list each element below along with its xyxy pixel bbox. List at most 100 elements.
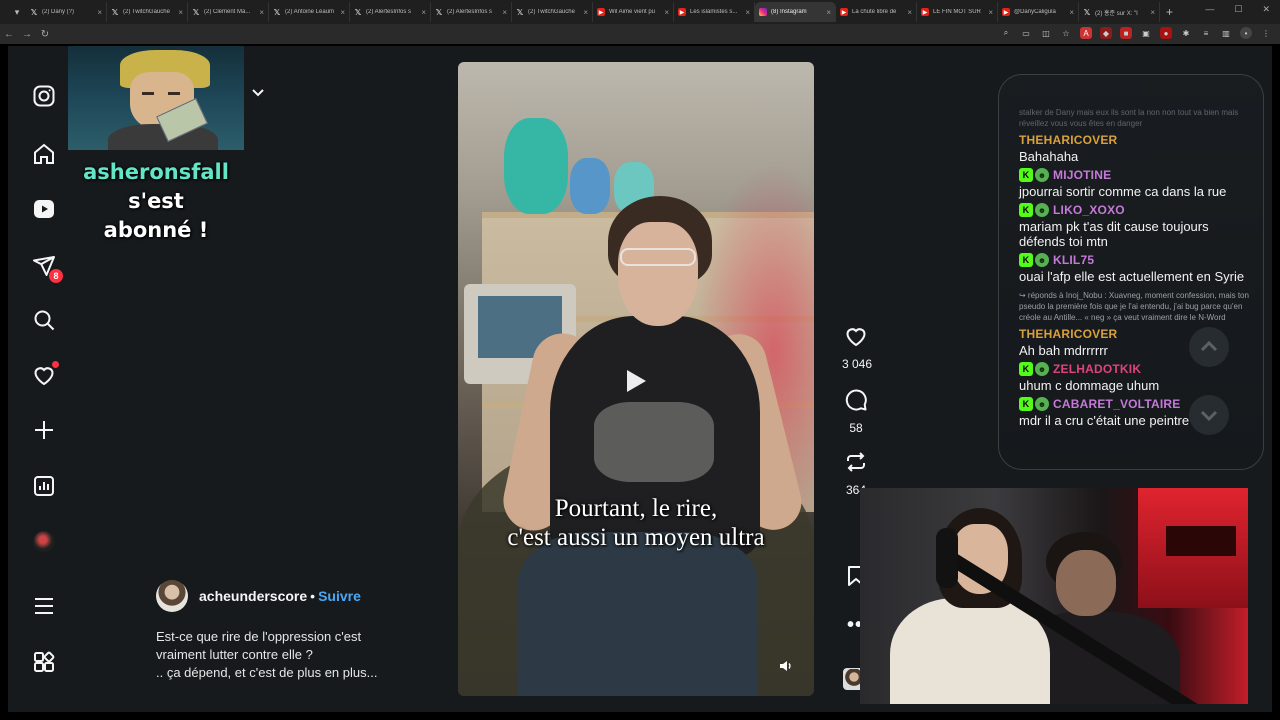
tab-close-icon[interactable]: × bbox=[259, 8, 264, 17]
subtitle-line: Pourtant, le rire, bbox=[554, 495, 718, 522]
reload-icon[interactable]: ↻ bbox=[36, 29, 54, 40]
browser-tab[interactable]: 𝕏 (2) Antoine Léaum × bbox=[269, 2, 350, 22]
back-icon[interactable]: ← bbox=[0, 29, 18, 40]
tab-title: (2) Clément Ma... bbox=[204, 9, 251, 15]
new-tab-icon[interactable]: + bbox=[1166, 5, 1173, 19]
extension-ublock-icon[interactable]: ◆ bbox=[1100, 27, 1112, 39]
notifications-heart-icon[interactable] bbox=[32, 361, 59, 387]
chat-reply-note: ↪ réponds à Inoj_Nobu : Xuavneg, moment … bbox=[1019, 291, 1249, 322]
chat-username[interactable]: MIJOTINE bbox=[1053, 168, 1111, 182]
tab-close-icon[interactable]: × bbox=[502, 8, 507, 17]
tab-close-icon[interactable]: × bbox=[988, 8, 993, 17]
reel-video[interactable]: Pourtant, le rire, c'est aussi un moyen … bbox=[458, 62, 814, 696]
volume-icon[interactable] bbox=[778, 658, 794, 674]
author-username[interactable]: acheunderscore bbox=[199, 588, 307, 604]
screen-cast-icon[interactable]: ▭ bbox=[1020, 27, 1032, 39]
tab-close-icon[interactable]: × bbox=[178, 8, 183, 17]
caption-line: vraiment lutter contre elle ? bbox=[156, 647, 313, 662]
messages-icon[interactable]: 8 bbox=[32, 254, 63, 283]
tab-title: Les islamistes s... bbox=[690, 9, 738, 15]
browser-tab[interactable]: ▶ La chute libre de × bbox=[836, 2, 917, 22]
tab-close-icon[interactable]: × bbox=[1069, 8, 1074, 17]
like-action[interactable]: 3 046 bbox=[842, 324, 872, 371]
home-icon[interactable] bbox=[32, 142, 56, 166]
browser-tab[interactable]: 𝕏 (2) AlertesInfos s × bbox=[350, 2, 431, 22]
extension-red-icon[interactable]: A bbox=[1080, 27, 1092, 39]
author-avatar[interactable] bbox=[156, 580, 188, 612]
side-panel-icon[interactable]: ▥ bbox=[1220, 27, 1232, 39]
tab-title: (8) Instagram bbox=[771, 9, 807, 15]
chat-username-row: K ☻ LIKO_XOXO bbox=[1019, 201, 1251, 219]
browser-menu-icon[interactable]: ⋮ bbox=[1260, 27, 1272, 39]
chevron-down-icon[interactable] bbox=[250, 84, 266, 100]
post-caption[interactable]: Est-ce que rire de l'oppression c'est vr… bbox=[156, 628, 416, 682]
more-menu-icon[interactable] bbox=[32, 594, 56, 618]
tab-search-chevron-icon[interactable]: ▾ bbox=[8, 3, 26, 21]
extensions-puzzle-icon[interactable]: ✱ bbox=[1180, 27, 1192, 39]
browser-tab[interactable]: ▶ LE FIN MOT SUR × bbox=[917, 2, 998, 22]
profile-avatar-icon[interactable]: • bbox=[1240, 27, 1252, 39]
chat-username[interactable]: ZELHADOTKIK bbox=[1053, 362, 1141, 376]
extension-grey-icon[interactable]: ▣ bbox=[1140, 27, 1152, 39]
notifications-count-badge: 8 bbox=[49, 269, 63, 283]
forward-icon[interactable]: → bbox=[18, 29, 36, 40]
instagram-logo-icon[interactable] bbox=[32, 84, 56, 108]
translate-icon[interactable]: ◫ bbox=[1040, 27, 1052, 39]
browser-tab[interactable]: ▶ Wil Aime vient pu × bbox=[593, 2, 674, 22]
tab-close-icon[interactable]: × bbox=[664, 8, 669, 17]
close-window-icon[interactable]: ✕ bbox=[1262, 4, 1270, 15]
tab-close-icon[interactable]: × bbox=[907, 8, 912, 17]
chat-username[interactable]: KLIL75 bbox=[1053, 253, 1094, 267]
dashboard-chart-icon[interactable] bbox=[32, 474, 56, 498]
zoom-icon[interactable]: ⌕ bbox=[1000, 27, 1012, 39]
chat-username[interactable]: THEHARICOVER bbox=[1019, 327, 1117, 341]
tab-title: La chute libre de bbox=[852, 9, 897, 15]
bookmark-star-icon[interactable]: ☆ bbox=[1060, 27, 1072, 39]
browser-tab[interactable]: (8) Instagram × bbox=[755, 2, 836, 22]
browser-tab[interactable]: 𝕏 (2) Clément Ma... × bbox=[188, 2, 269, 22]
chat-username[interactable]: THEHARICOVER bbox=[1019, 133, 1117, 147]
tab-close-icon[interactable]: × bbox=[745, 8, 750, 17]
create-plus-icon[interactable] bbox=[32, 418, 56, 442]
profile-avatar[interactable] bbox=[32, 530, 56, 554]
reading-list-icon[interactable]: ≡ bbox=[1200, 27, 1212, 39]
youtube-icon: ▶ bbox=[1002, 8, 1010, 16]
browser-tab[interactable]: 𝕏 (2) 홍준 sur X: "I × bbox=[1079, 2, 1160, 22]
minimize-icon[interactable]: — bbox=[1205, 4, 1214, 15]
x-icon: 𝕏 bbox=[516, 7, 524, 17]
video-subtitle: Pourtant, le rire, c'est aussi un moyen … bbox=[458, 494, 814, 552]
comment-action[interactable]: 58 bbox=[842, 388, 870, 435]
subscriber-badge-icon: ☻ bbox=[1035, 362, 1049, 376]
browser-tab[interactable]: 𝕏 (2) TwitchGauche × bbox=[512, 2, 593, 22]
play-icon[interactable] bbox=[624, 368, 648, 394]
maximize-icon[interactable]: ☐ bbox=[1234, 4, 1242, 15]
tab-title: Wil Aime vient pu bbox=[609, 9, 656, 15]
browser-tab[interactable]: 𝕏 (2) AlertesInfos s × bbox=[431, 2, 512, 22]
browser-tab[interactable]: ▶ @DanyCaligula × bbox=[998, 2, 1079, 22]
reels-icon[interactable] bbox=[32, 197, 56, 221]
tab-close-icon[interactable]: × bbox=[421, 8, 426, 17]
search-icon[interactable] bbox=[32, 308, 56, 332]
extension-red2-icon[interactable]: ■ bbox=[1120, 27, 1132, 39]
extension-red3-icon[interactable]: ● bbox=[1160, 27, 1172, 39]
instagram-icon bbox=[759, 8, 767, 16]
tab-close-icon[interactable]: × bbox=[97, 8, 102, 17]
also-from-meta-icon[interactable] bbox=[32, 650, 56, 674]
browser-tab[interactable]: ▶ Les islamistes s... × bbox=[674, 2, 755, 22]
subscriber-badge-icon: ☻ bbox=[1035, 168, 1049, 182]
follow-button[interactable]: Suivre bbox=[318, 588, 361, 604]
chat-username[interactable]: CABARET_VOLTAIRE bbox=[1053, 397, 1180, 411]
browser-tab[interactable]: 𝕏 (2) TwitchGauche × bbox=[107, 2, 188, 22]
browser-tab[interactable]: 𝕏 (2) Dany (?) × bbox=[26, 2, 107, 22]
extension-icons: ⌕ ▭ ◫ ☆ A ◆ ■ ▣ ● ✱ ≡ ▥ • ⋮ bbox=[1000, 27, 1272, 39]
chat-scroll-up-icon[interactable] bbox=[1189, 327, 1229, 367]
subtitle-line: c'est aussi un moyen ultra bbox=[507, 524, 765, 551]
tab-close-icon[interactable]: × bbox=[583, 8, 588, 17]
chat-scroll-down-icon[interactable] bbox=[1189, 395, 1229, 435]
tab-close-icon[interactable]: × bbox=[826, 8, 831, 17]
comment-count: 58 bbox=[849, 421, 863, 435]
chat-username[interactable]: LIKO_XOXO bbox=[1053, 203, 1125, 217]
address-bar: ← → ↻ ⌕ ▭ ◫ ☆ A ◆ ■ ▣ ● ✱ ≡ ▥ • ⋮ bbox=[0, 24, 1280, 44]
tab-close-icon[interactable]: × bbox=[340, 8, 345, 17]
tab-close-icon[interactable]: × bbox=[1150, 8, 1155, 17]
